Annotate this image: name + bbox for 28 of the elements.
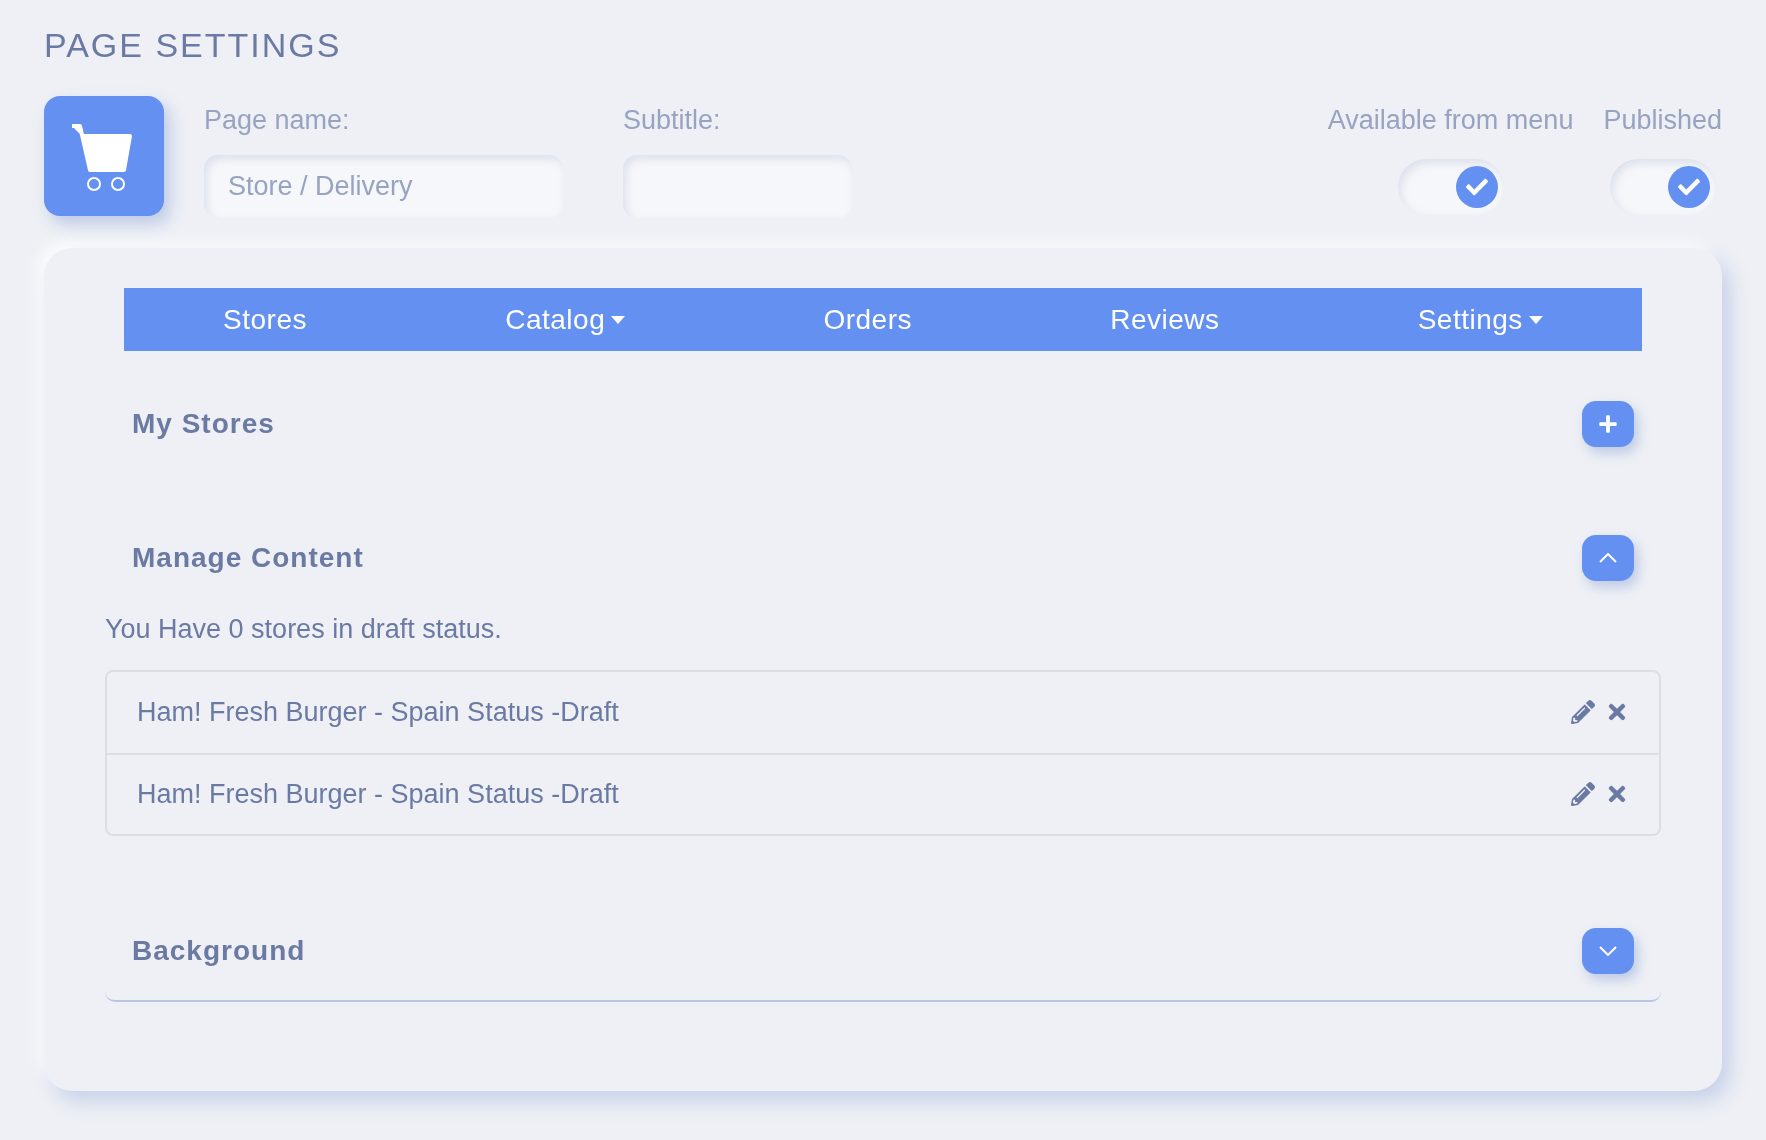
text-field[interactable]	[623, 154, 852, 218]
collapse-button[interactable]	[1582, 535, 1634, 581]
section-heading: Manage Content	[132, 541, 364, 575]
page-title: PAGE SETTINGS	[44, 28, 343, 62]
section-heading: Background	[132, 933, 306, 968]
add-button[interactable]	[1582, 401, 1634, 447]
check-icon	[1455, 165, 1498, 208]
edit-icon[interactable]	[1571, 700, 1595, 724]
nav-tab[interactable]: Orders	[823, 298, 912, 341]
nav-tab[interactable]: Settings	[1417, 298, 1543, 341]
section-heading: My Stores	[132, 407, 275, 441]
expand-button[interactable]	[1582, 927, 1634, 974]
draft-status-note: You Have 0 stores in draft status.	[105, 613, 503, 646]
check-icon	[1667, 165, 1710, 208]
field-label: Page name:	[204, 104, 351, 137]
toggle-label: Available from menu	[1327, 104, 1574, 137]
chevron-up-icon	[1599, 553, 1617, 563]
store-name: Ham! Fresh Burger - Spain Status -Draft	[137, 777, 619, 811]
plus-icon	[1598, 414, 1618, 434]
toggle-label: Published	[1603, 104, 1722, 137]
nav-tab[interactable]: Stores	[223, 298, 308, 341]
edit-icon[interactable]	[1571, 782, 1595, 806]
chevron-down-icon	[1599, 945, 1617, 956]
nav-tab[interactable]: Reviews	[1110, 298, 1220, 341]
nav-tab[interactable]: Catalog	[505, 298, 626, 341]
store-name: Ham! Fresh Burger - Spain Status -Draft	[137, 695, 619, 729]
field-label: Subtitle:	[623, 104, 722, 137]
text-field[interactable]: Store / Delivery	[204, 154, 563, 218]
